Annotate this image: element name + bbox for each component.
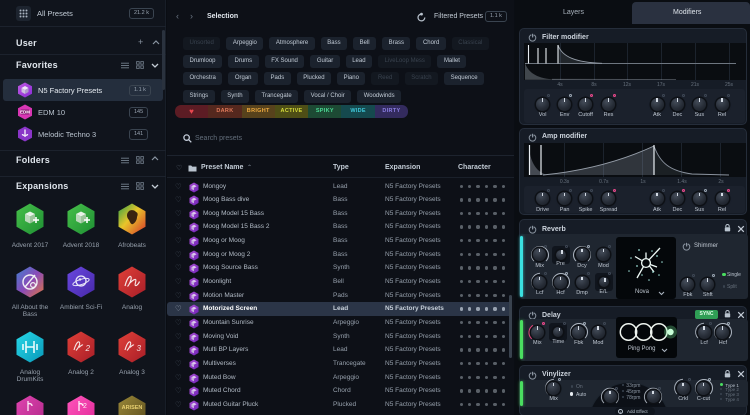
svg-text:3: 3: [137, 344, 142, 353]
svg-text:ARISEN: ARISEN: [122, 405, 143, 411]
svg-text:EDM: EDM: [20, 110, 30, 115]
svg-text:2: 2: [83, 403, 87, 410]
svg-text:2: 2: [85, 344, 91, 353]
